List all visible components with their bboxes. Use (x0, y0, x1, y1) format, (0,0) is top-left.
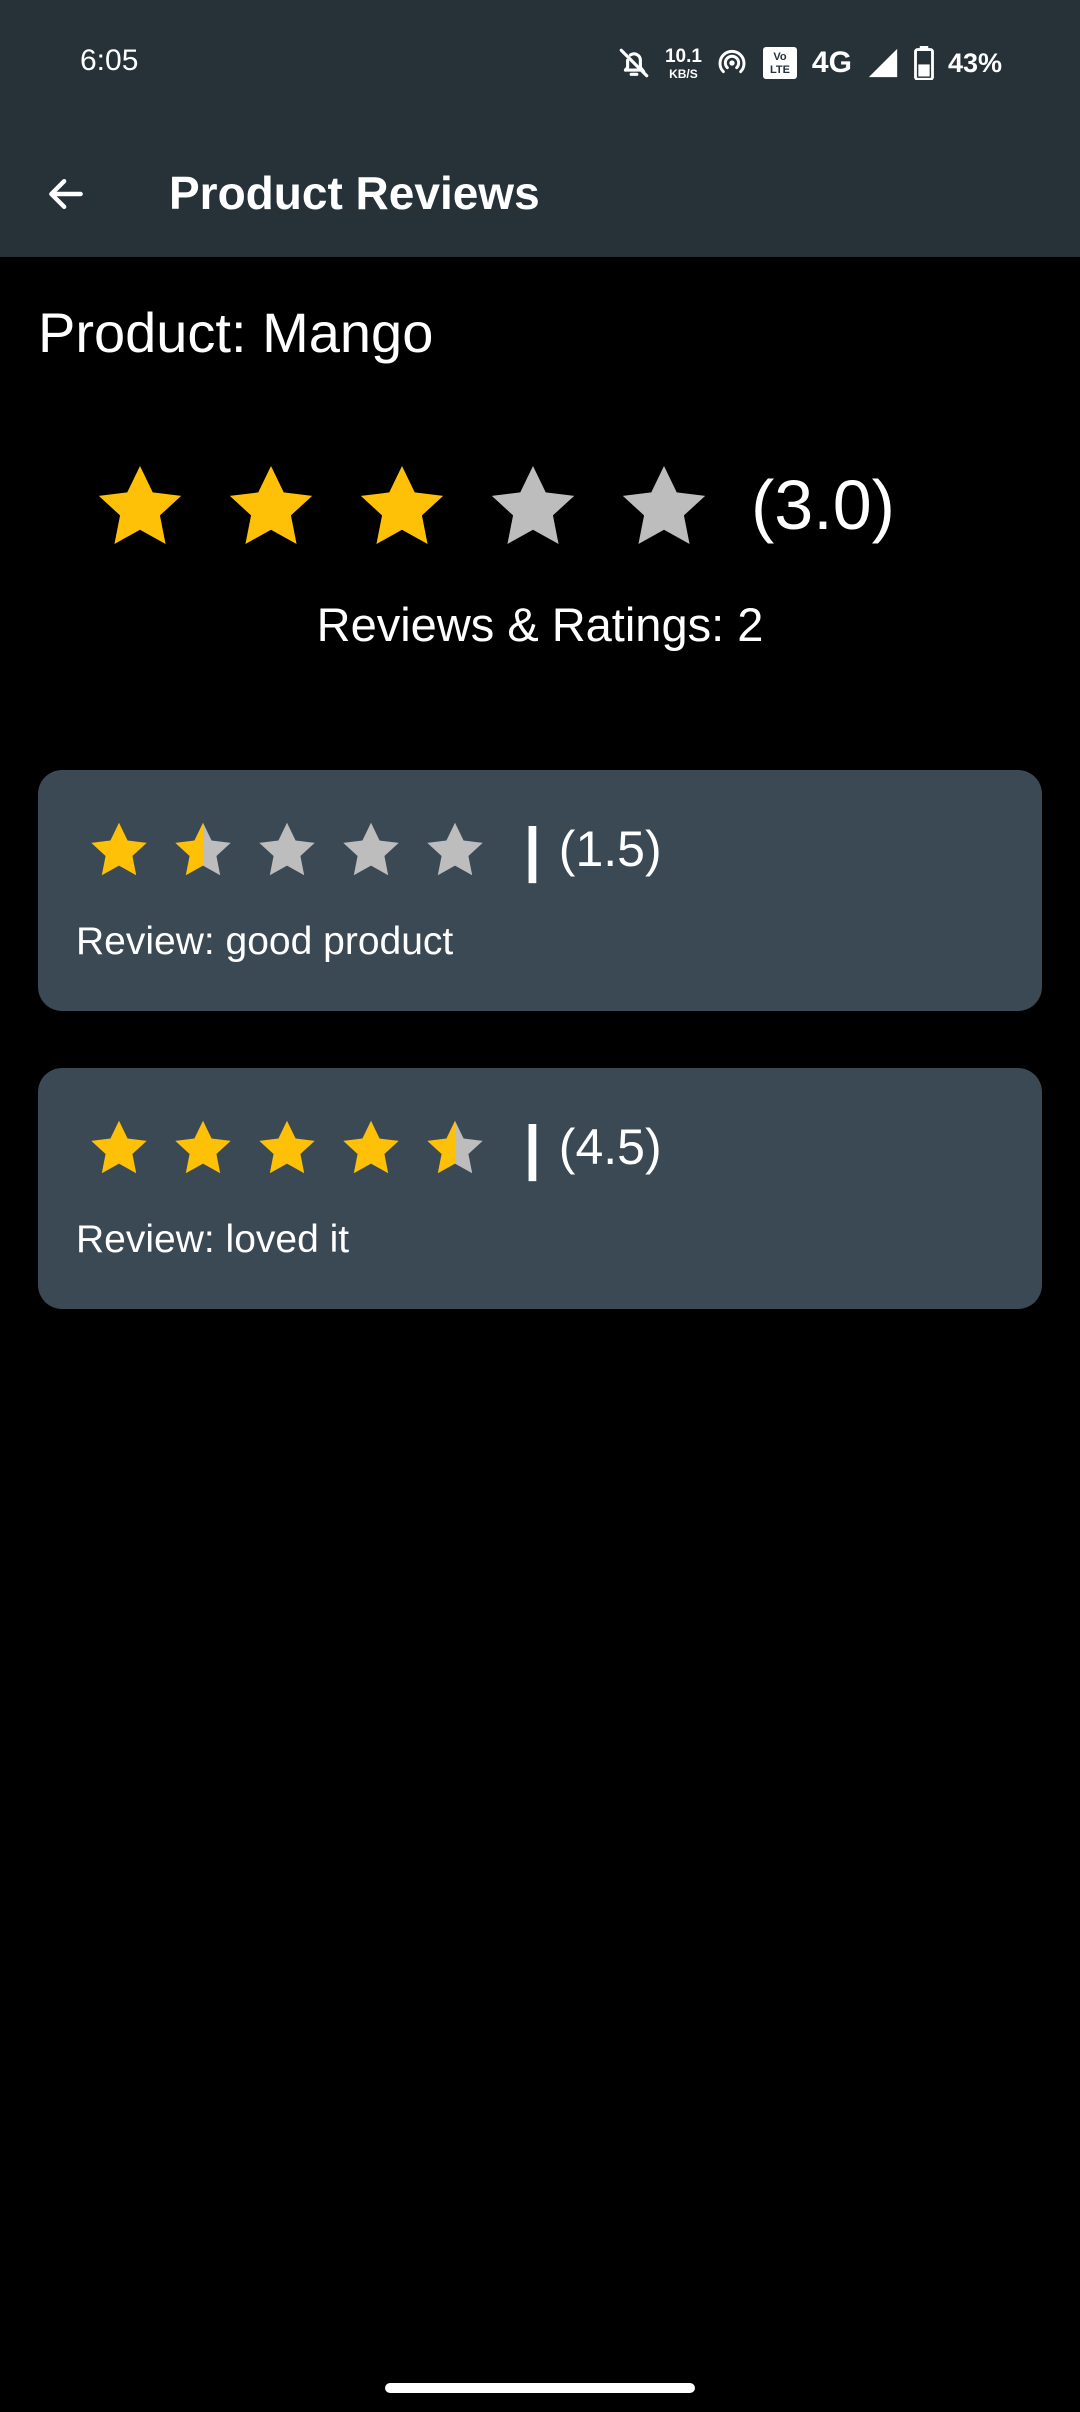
svg-text:LTE: LTE (770, 64, 790, 76)
average-rating-score: (3.0) (751, 466, 895, 544)
net-speed: 10.1 KB/S (665, 47, 702, 80)
star-filled-icon (175, 1120, 231, 1174)
star-empty-icon (622, 466, 706, 544)
review-score: (4.5) (558, 1119, 662, 1175)
star-half-icon (175, 822, 231, 876)
review-stars (84, 1112, 504, 1182)
back-button[interactable] (30, 158, 102, 230)
review-text: Review: good product (76, 920, 454, 963)
rating-separator: | (524, 1113, 541, 1181)
app-bar: Product Reviews (0, 130, 1080, 257)
net-speed-unit: KB/S (669, 66, 698, 81)
star-empty-icon (491, 466, 575, 544)
net-speed-value: 10.1 (664, 45, 702, 67)
star-filled-icon (360, 466, 444, 544)
status-bar: 6:05 10.1 KB/S Vo LTE 4G 43% (0, 0, 1080, 130)
star-empty-icon (343, 822, 399, 876)
battery-percent: 43% (947, 47, 1002, 78)
product-name: Product: Mango (38, 301, 434, 364)
review-rating-row: | (4.5) (84, 1112, 662, 1182)
svg-text:Vo: Vo (773, 51, 787, 63)
star-filled-icon (91, 822, 147, 876)
review-rating-row: | (1.5) (84, 814, 662, 884)
volte-icon: Vo LTE (762, 46, 798, 80)
arrow-back-icon (49, 178, 83, 210)
status-icons: 10.1 KB/S Vo LTE 4G 43% (617, 38, 1002, 88)
review-card: | (1.5) Review: good product (38, 770, 1042, 1011)
status-time: 6:05 (80, 44, 139, 77)
signal-icon (866, 46, 900, 80)
star-filled-icon (229, 466, 313, 544)
battery-icon (914, 46, 934, 80)
star-empty-icon (427, 822, 483, 876)
reviews-count: Reviews & Ratings: 2 (316, 598, 764, 651)
hotspot-icon (716, 47, 748, 79)
average-rating-row: (3.0) (88, 450, 895, 560)
review-score: (1.5) (558, 821, 662, 877)
review-stars (84, 814, 504, 884)
rating-separator: | (524, 815, 541, 883)
page-title: Product Reviews (169, 167, 540, 219)
star-filled-icon (98, 466, 182, 544)
star-empty-icon (259, 822, 315, 876)
home-indicator[interactable] (385, 2383, 695, 2393)
star-filled-icon (259, 1120, 315, 1174)
star-filled-icon (343, 1120, 399, 1174)
review-text: Review: loved it (76, 1218, 350, 1261)
network-type: 4G (811, 46, 852, 79)
review-card: | (4.5) Review: loved it (38, 1068, 1042, 1309)
mute-icon (617, 46, 651, 80)
average-rating-stars (88, 453, 743, 557)
star-half-icon (427, 1120, 483, 1174)
star-filled-icon (91, 1120, 147, 1174)
